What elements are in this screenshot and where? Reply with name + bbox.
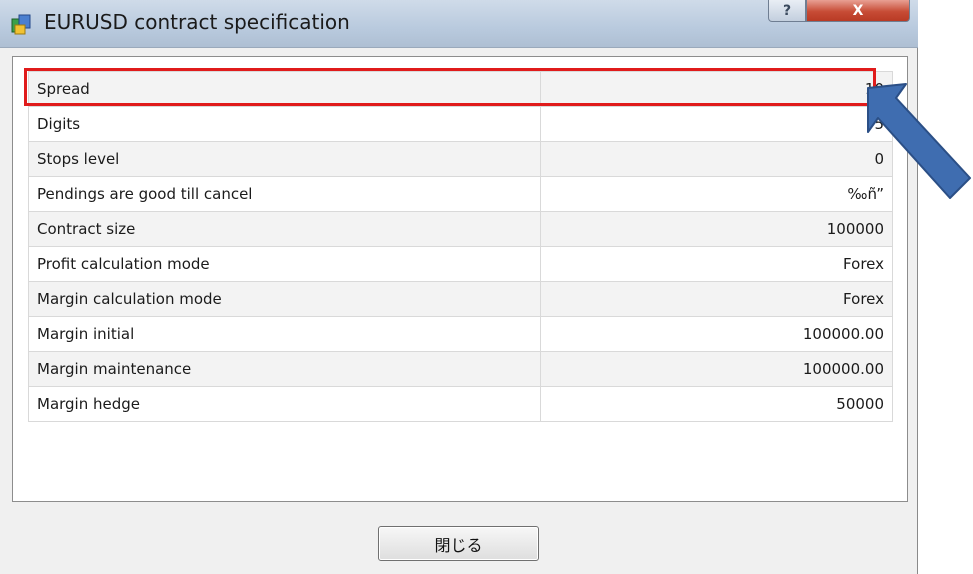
spec-row-margin-initial[interactable]: Margin initial 100000.00	[28, 316, 893, 352]
spec-row-contract-size[interactable]: Contract size 100000	[28, 211, 893, 247]
spec-name: Margin calculation mode	[28, 281, 541, 317]
spec-value: 100000.00	[540, 316, 893, 352]
spec-row-stops-level[interactable]: Stops level 0	[28, 141, 893, 177]
spec-list-panel: Spread 10 Digits 5 Stops level 0 Pending…	[12, 56, 908, 502]
spec-row-margin-calc-mode[interactable]: Margin calculation mode Forex	[28, 281, 893, 317]
spec-value: Forex	[540, 246, 893, 282]
spec-name: Margin maintenance	[28, 351, 541, 387]
spec-value: 100000	[540, 211, 893, 247]
contract-spec-dialog: EURUSD contract specification ? X Spread…	[0, 0, 918, 574]
spec-table: Spread 10 Digits 5 Stops level 0 Pending…	[28, 71, 893, 422]
spec-name: Contract size	[28, 211, 541, 247]
spec-value: ‰ñ”	[540, 176, 893, 212]
spec-name: Pendings are good till cancel	[28, 176, 541, 212]
spec-value: 0	[540, 141, 893, 177]
spec-name: Digits	[28, 106, 541, 142]
spec-value: 50000	[540, 386, 893, 422]
window-close-button[interactable]: X	[806, 0, 910, 22]
spec-name: Profit calculation mode	[28, 246, 541, 282]
spec-row-profit-calc-mode[interactable]: Profit calculation mode Forex	[28, 246, 893, 282]
close-dialog-button[interactable]: 閉じる	[378, 526, 539, 561]
spec-row-pendings-gtc[interactable]: Pendings are good till cancel ‰ñ”	[28, 176, 893, 212]
pointer-arrow-icon	[867, 83, 971, 199]
app-icon	[11, 14, 31, 35]
spec-value: Forex	[540, 281, 893, 317]
spec-name: Stops level	[28, 141, 541, 177]
window-title: EURUSD contract specification	[44, 10, 350, 34]
spec-row-margin-hedge[interactable]: Margin hedge 50000	[28, 386, 893, 422]
spec-value: 5	[540, 106, 893, 142]
spec-row-digits[interactable]: Digits 5	[28, 106, 893, 142]
spec-name: Margin hedge	[28, 386, 541, 422]
spec-name: Spread	[28, 71, 541, 107]
spec-value: 100000.00	[540, 351, 893, 387]
help-button[interactable]: ?	[768, 0, 806, 22]
spec-name: Margin initial	[28, 316, 541, 352]
title-bar[interactable]: EURUSD contract specification ? X	[0, 0, 918, 48]
spec-row-margin-maintenance[interactable]: Margin maintenance 100000.00	[28, 351, 893, 387]
spec-value: 10	[540, 71, 893, 107]
spec-row-spread[interactable]: Spread 10	[28, 71, 893, 107]
